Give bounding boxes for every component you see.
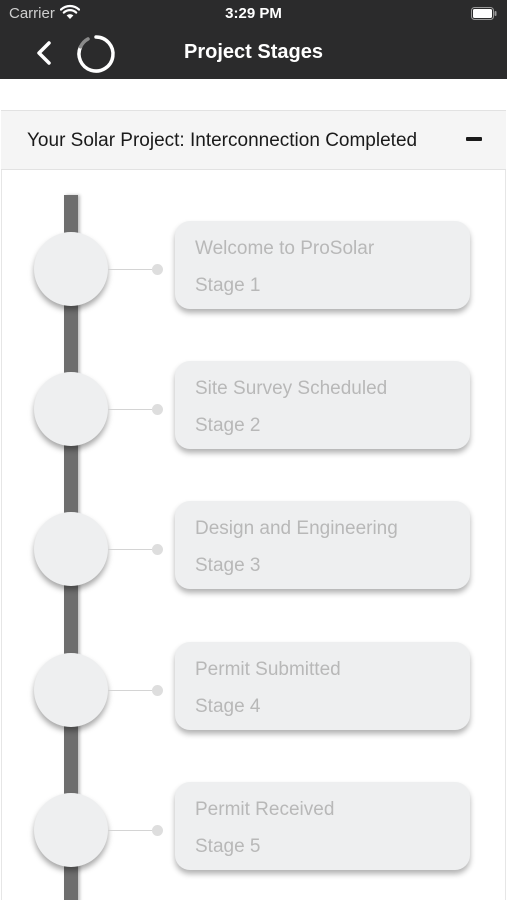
stage-dot: [152, 825, 163, 836]
stages-timeline: Welcome to ProSolar Stage 1 Site Survey …: [1, 170, 506, 900]
header-spacer: [0, 79, 507, 109]
nav-bar: Project Stages: [0, 28, 507, 79]
status-time: 3:29 PM: [225, 5, 282, 22]
stage-name: Site Survey Scheduled: [195, 378, 388, 399]
status-bar: Carrier 3:29 PM: [0, 0, 507, 28]
stage-number: Stage 3: [195, 555, 261, 576]
top-bar: Carrier 3:29 PM Project Stages: [0, 0, 507, 79]
project-section-header[interactable]: Your Solar Project: Interconnection Comp…: [1, 110, 506, 170]
stage-card[interactable]: Welcome to ProSolar Stage 1: [175, 221, 470, 309]
stage-circle: [34, 653, 108, 727]
stage-name: Permit Submitted: [195, 659, 341, 680]
stage-name: Permit Received: [195, 799, 335, 820]
stage-card[interactable]: Design and Engineering Stage 3: [175, 501, 470, 589]
stage-dot: [152, 404, 163, 415]
stage-item: Permit Submitted Stage 4: [2, 628, 505, 730]
stage-card[interactable]: Permit Received Stage 5: [175, 782, 470, 870]
stage-item: Site Survey Scheduled Stage 2: [2, 347, 505, 449]
stage-dot: [152, 264, 163, 275]
stage-name: Design and Engineering: [195, 518, 398, 539]
minus-icon[interactable]: [466, 137, 482, 141]
stage-item: Permit Received Stage 5: [2, 768, 505, 870]
stage-dot: [152, 685, 163, 696]
stage-card[interactable]: Permit Submitted Stage 4: [175, 642, 470, 730]
stage-circle: [34, 793, 108, 867]
stage-item: Welcome to ProSolar Stage 1: [2, 207, 505, 309]
battery-icon: [471, 7, 497, 20]
stage-number: Stage 4: [195, 696, 261, 717]
section-title: Your Solar Project: Interconnection Comp…: [27, 130, 418, 151]
stage-connector: [108, 409, 154, 410]
stage-circle: [34, 512, 108, 586]
stage-dot: [152, 544, 163, 555]
stage-number: Stage 1: [195, 275, 261, 296]
stage-card[interactable]: Site Survey Scheduled Stage 2: [175, 361, 470, 449]
stage-connector: [108, 830, 154, 831]
stage-connector: [108, 690, 154, 691]
stage-circle: [34, 232, 108, 306]
stage-item: Design and Engineering Stage 3: [2, 487, 505, 589]
stage-number: Stage 5: [195, 836, 261, 857]
stage-connector: [108, 549, 154, 550]
stage-number: Stage 2: [195, 415, 261, 436]
stage-circle: [34, 372, 108, 446]
page-title: Project Stages: [184, 41, 323, 63]
stage-connector: [108, 269, 154, 270]
stage-name: Welcome to ProSolar: [195, 238, 375, 259]
